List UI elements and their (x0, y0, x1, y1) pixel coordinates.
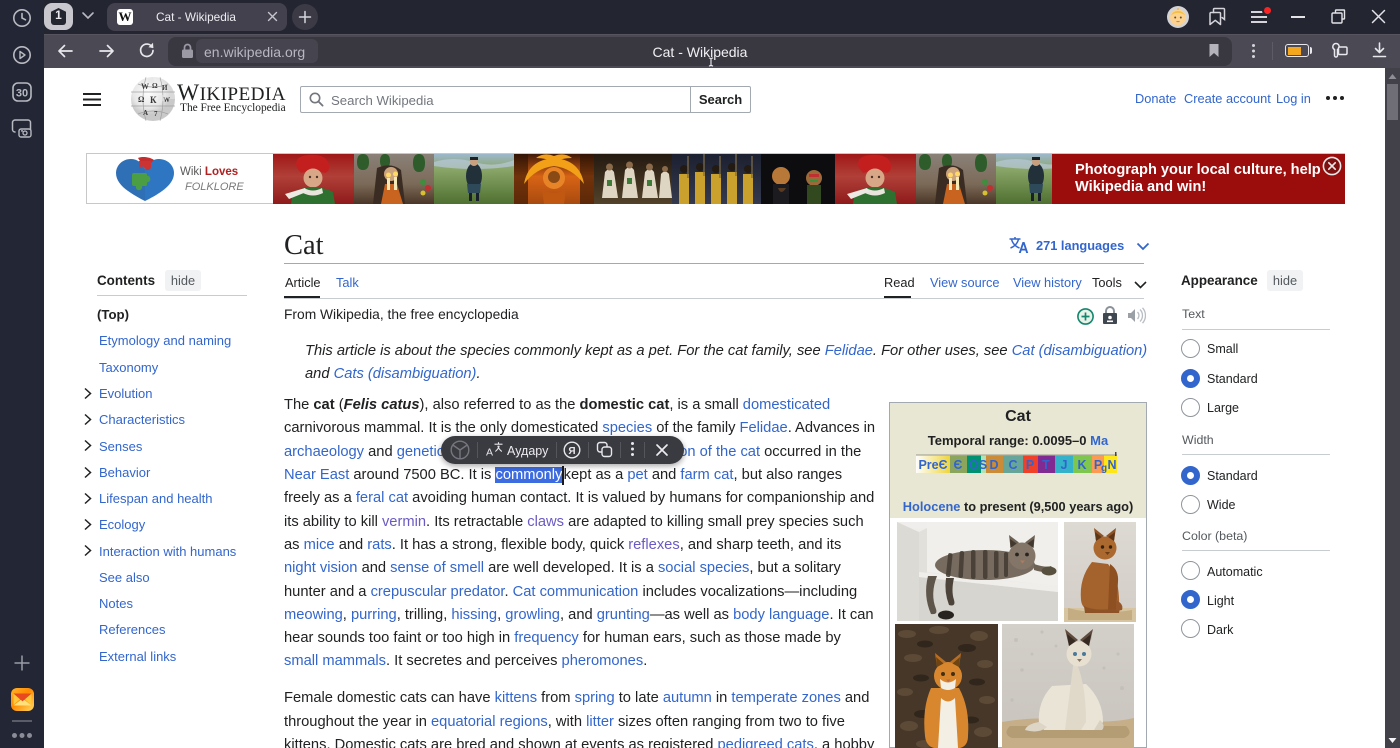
svg-text:O: O (969, 458, 979, 472)
svg-text:К: К (150, 95, 157, 105)
svg-text:A: A (486, 447, 493, 459)
svg-text:N: N (1107, 458, 1116, 472)
svg-text:И: И (162, 84, 168, 92)
svg-text:g: g (1101, 463, 1107, 474)
svg-text:Я: Я (568, 446, 575, 457)
svg-text:Ω: Ω (138, 95, 145, 104)
svg-text:P: P (1026, 458, 1034, 472)
svg-text:S: S (979, 458, 987, 472)
svg-text:30: 30 (16, 88, 28, 100)
svg-text:Є: Є (954, 458, 963, 472)
svg-text:А: А (143, 109, 148, 117)
svg-text:J: J (1061, 458, 1068, 472)
svg-text:PreЄ: PreЄ (918, 458, 947, 472)
svg-text:C: C (1008, 458, 1017, 472)
svg-text:T: T (1042, 458, 1050, 472)
svg-text:W: W (141, 82, 149, 91)
svg-text:K: K (1077, 458, 1086, 472)
svg-text:7: 7 (154, 110, 158, 118)
svg-text:D: D (989, 458, 998, 472)
svg-text:Ω: Ω (152, 82, 158, 90)
